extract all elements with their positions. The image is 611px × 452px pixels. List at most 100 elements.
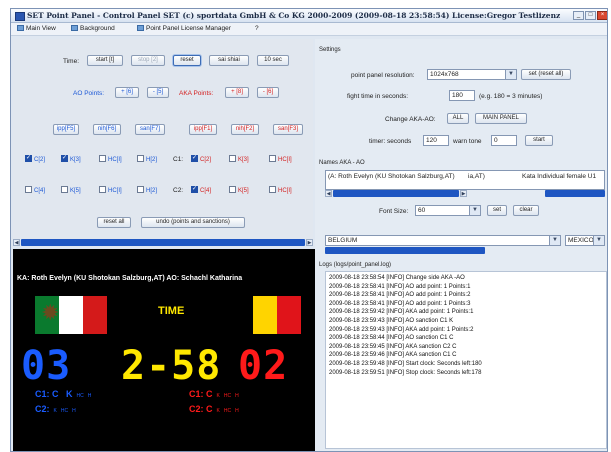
font-set-button[interactable]: set	[487, 205, 507, 216]
aka-c2-chui-checkbox[interactable]: C[4]	[191, 185, 211, 195]
aka-sanbon-button[interactable]: san[F3]	[273, 124, 303, 135]
left-c1-penalties: C1: C K HC H	[35, 389, 92, 399]
ao-add-point-button[interactable]: + [6]	[115, 87, 139, 98]
scroll-right-arrow[interactable]: ▶	[306, 239, 313, 246]
aka-add-point-button[interactable]: + [8]	[225, 87, 249, 98]
sai-shiai-button[interactable]: sai shiai	[209, 55, 249, 66]
clear-names-button[interactable]: clear	[513, 205, 539, 216]
control-scrollbar[interactable]	[21, 239, 305, 246]
ao-c1-chui-checkbox[interactable]: C[2]	[25, 154, 45, 164]
log-entry: 2009-08-18 23:58:41 [INFO] AO add point:…	[329, 300, 471, 307]
aka-c1-chui-checkbox[interactable]: C[2]	[191, 154, 211, 164]
font-size-select[interactable]: 60 ▼	[415, 205, 481, 216]
change-all-button[interactable]: ALL	[447, 113, 469, 124]
aka-c1-hansoku-chui-checkbox[interactable]: HC[I]	[269, 155, 292, 164]
names-field[interactable]: (A: Roth Evelyn (KU Shotokan Salzburg,AT…	[325, 170, 605, 190]
fight-time-input[interactable]: 180	[449, 90, 475, 101]
right-panel: Settings point panel resolution: 1024x76…	[315, 39, 607, 451]
scoreboard-preview: KA: Roth Evelyn (KU Shotokan Salzburg,AT…	[13, 249, 315, 451]
log-entry: 2009-08-18 23:58:54 [INFO] Change side A…	[329, 275, 465, 281]
names-aka-scrollbar[interactable]	[333, 190, 459, 197]
image-icon	[71, 25, 78, 31]
close-button[interactable]: ×	[597, 11, 607, 20]
ao-nihon-button[interactable]: nih[F6]	[93, 124, 121, 135]
reset-all-button[interactable]: reset all	[97, 217, 131, 228]
aka-c2-hansoku-chui-checkbox[interactable]: HC[I]	[269, 186, 292, 195]
country-scrollbar[interactable]	[325, 247, 485, 254]
log-entry: 2009-08-18 23:58:41 [INFO] AO add point:…	[329, 283, 471, 290]
ao-points-label: AO Points:	[73, 90, 105, 97]
flag-stripe	[229, 296, 253, 334]
country-right-select[interactable]: MEXICO ▼	[565, 235, 605, 246]
warn-tone-label: warn tone	[453, 138, 482, 145]
menu-main-view[interactable]: Main View	[17, 25, 56, 32]
font-size-label: Font Size:	[379, 208, 409, 215]
names-scroll-mid[interactable]: ▶	[460, 190, 467, 197]
aka-remove-point-button[interactable]: - [6]	[257, 87, 279, 98]
window-title: SET Point Panel - Control Panel SET (c) …	[27, 11, 561, 20]
time-label-board: TIME	[158, 305, 185, 317]
log-entry: 2009-08-18 23:59:42 [INFO] AKA add point…	[329, 309, 474, 316]
aka-c1-keikoku-checkbox[interactable]: K[3]	[229, 155, 249, 164]
main-window: SET Point Panel - Control Panel SET (c) …	[10, 8, 608, 452]
ao-c2-hansoku-chui-checkbox[interactable]: HC[I]	[99, 186, 122, 195]
country-left-select[interactable]: BELGIUM ▼	[325, 235, 561, 246]
maximize-button[interactable]: □	[585, 11, 596, 20]
time-label: Time:	[63, 58, 80, 65]
warn-tone-input[interactable]: 0	[491, 135, 517, 146]
timer-label: timer: seconds	[369, 138, 412, 145]
ao-c2-hansoku-checkbox[interactable]: H[2]	[137, 186, 157, 195]
ao-c1-hansoku-chui-checkbox[interactable]: HC[I]	[99, 155, 122, 164]
undo-button[interactable]: undo (points and sanctions)	[141, 217, 245, 228]
ao-c2-keikoku-checkbox[interactable]: K[5]	[61, 186, 81, 195]
menu-license-manager[interactable]: Point Panel License Manager	[137, 25, 231, 32]
main-panel-button[interactable]: MAIN PANEL	[475, 113, 527, 124]
menu-background[interactable]: Background	[71, 25, 115, 32]
settings-title: Settings	[319, 47, 341, 53]
start-button[interactable]: start [t]	[87, 55, 123, 66]
log-list: 2009-08-18 23:58:54 [INFO] Change side A…	[325, 271, 607, 449]
scroll-left-arrow[interactable]: ◀	[13, 239, 20, 246]
log-entry: 2009-08-18 23:59:46 [INFO] AKA sanction …	[329, 352, 457, 359]
timer-seconds-input[interactable]: 120	[423, 135, 449, 146]
ao-c2-chui-checkbox[interactable]: C[4]	[25, 186, 45, 195]
app-icon	[15, 12, 25, 21]
set-reset-all-button[interactable]: set (reset all)	[521, 69, 571, 80]
log-title: Logs (logs/point_panel.log)	[319, 262, 392, 268]
ao-remove-point-button[interactable]: - [5]	[147, 87, 169, 98]
change-aka-ao-label: Change AKA-AO:	[385, 116, 436, 123]
ao-c1-hansoku-checkbox[interactable]: H[2]	[137, 155, 157, 164]
names-ao-scrollbar[interactable]	[545, 190, 605, 197]
right-c2-penalties: C2: C K HC H	[189, 404, 239, 414]
ten-sec-button[interactable]: 10 sec	[257, 55, 289, 66]
c1-label: C1:	[173, 156, 184, 163]
names-scroll-left[interactable]: ◀	[325, 190, 332, 197]
minimize-button[interactable]: _	[573, 11, 584, 20]
timer-start-button[interactable]: start	[525, 135, 553, 146]
title-bar: SET Point Panel - Control Panel SET (c) …	[11, 9, 607, 23]
control-panel: Time: start [t] stop [2] reset sai shiai…	[13, 39, 313, 239]
aka-c2-keikoku-checkbox[interactable]: K[5]	[229, 186, 249, 195]
resolution-label: point panel resolution:	[351, 72, 415, 79]
aka-ippon-button[interactable]: ipp[F1]	[189, 124, 217, 135]
competitor-names: KA: Roth Evelyn (KU Shotokan Salzburg,AT…	[17, 275, 243, 282]
log-entry: 2009-08-18 23:58:44 [INFO] AO sanction C…	[329, 335, 454, 342]
right-flag	[229, 296, 301, 334]
resolution-select[interactable]: 1024x768 ▼	[427, 69, 517, 80]
reset-button[interactable]: reset	[173, 55, 201, 66]
score-right: 02	[238, 343, 289, 389]
left-c2-penalties: C2: K HC H	[35, 404, 76, 414]
chevron-down-icon: ▼	[549, 236, 560, 245]
menu-help[interactable]: ?	[255, 25, 259, 32]
score-left: 03	[21, 343, 72, 389]
chevron-down-icon: ▼	[593, 236, 604, 245]
stop-button[interactable]: stop [2]	[131, 55, 165, 66]
log-entry: 2009-08-18 23:59:51 [INFO] Stop clock: S…	[329, 369, 482, 376]
ao-sanbon-button[interactable]: san[F7]	[135, 124, 165, 135]
aka-nihon-button[interactable]: nih[F2]	[231, 124, 259, 135]
flag-stripe	[252, 296, 277, 334]
ao-ippon-button[interactable]: ipp[F5]	[53, 124, 79, 135]
ao-c1-keikoku-checkbox[interactable]: K[3]	[61, 154, 81, 164]
log-entry: 2009-08-18 23:59:43 [INFO] AO sanction C…	[329, 317, 454, 324]
names-title: Names AKA - AO	[319, 160, 365, 166]
